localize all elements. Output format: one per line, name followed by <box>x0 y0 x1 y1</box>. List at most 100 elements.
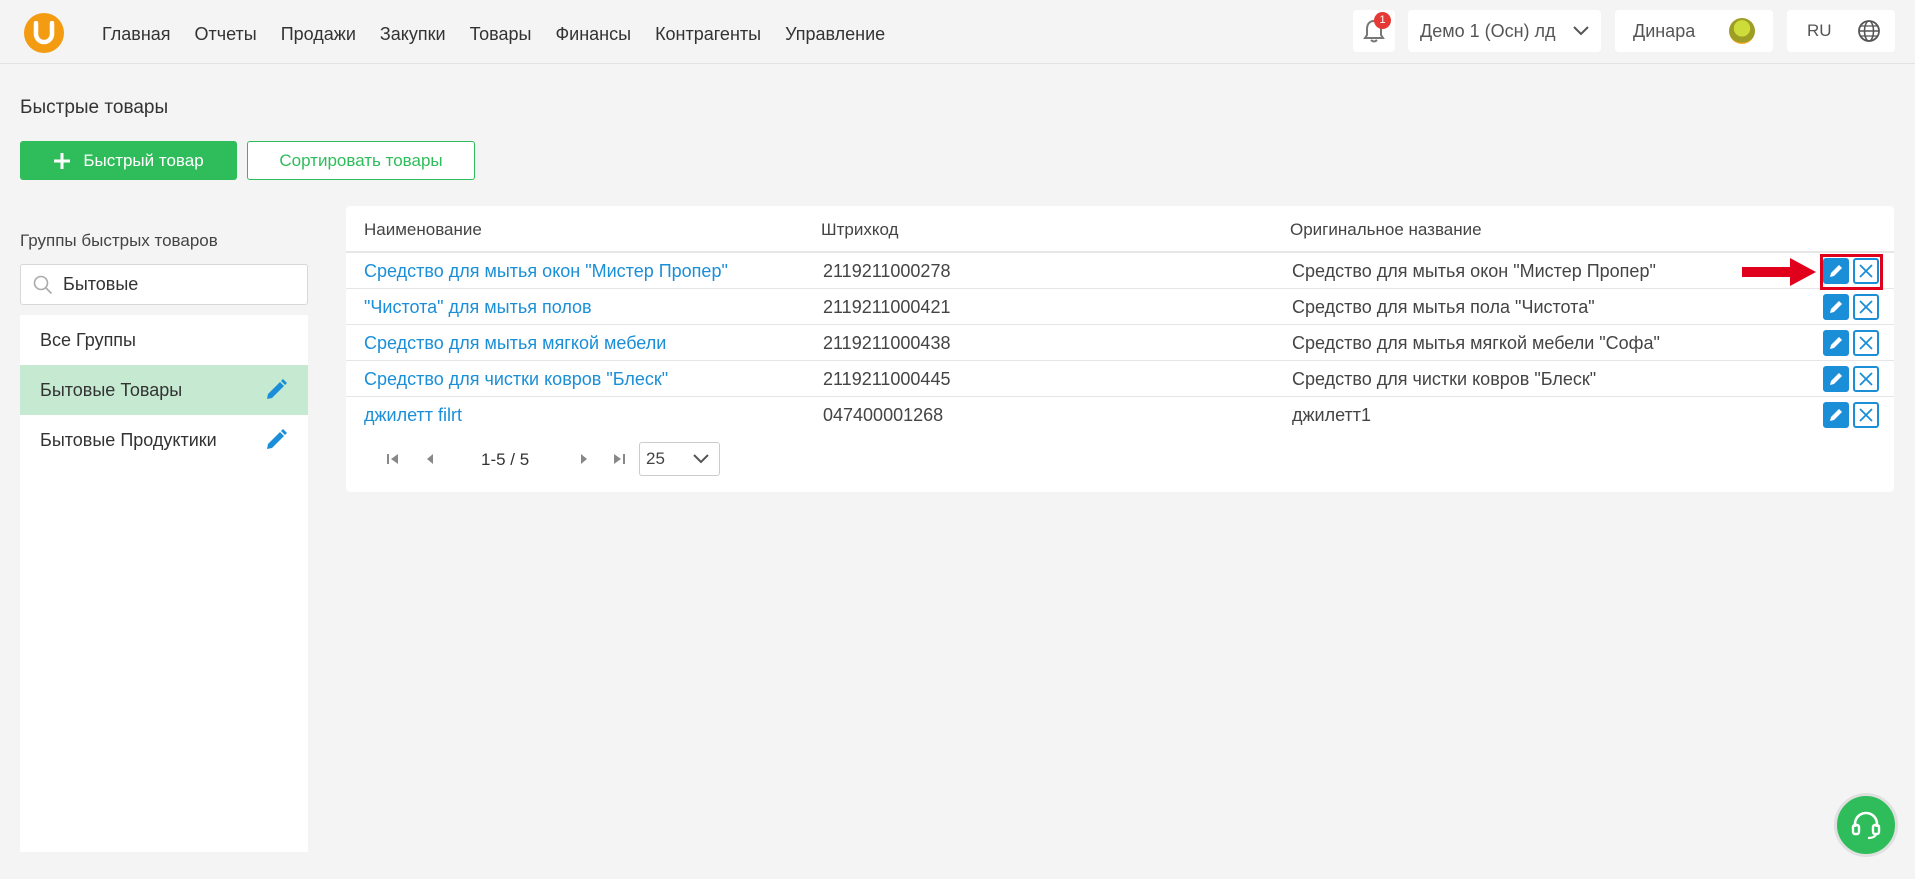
next-page-button[interactable] <box>575 450 593 468</box>
user-name: Динара <box>1633 20 1696 41</box>
delete-button[interactable] <box>1853 402 1879 428</box>
nav-item-management[interactable]: Управление <box>773 0 897 64</box>
company-label: Демо 1 (Осн) лд <box>1420 20 1556 41</box>
notifications-badge: 1 <box>1374 12 1391 29</box>
first-page-button[interactable] <box>384 450 402 468</box>
last-page-icon <box>614 454 625 464</box>
edit-button[interactable] <box>1823 402 1849 428</box>
nav-item-purchases[interactable]: Закупки <box>368 0 458 64</box>
pencil-icon <box>1830 337 1842 349</box>
close-icon <box>1859 336 1873 350</box>
original-name-cell: Средство для мытья пола "Чистота" <box>1292 297 1595 317</box>
product-name-link[interactable]: "Чистота" для мытья полов <box>364 297 592 318</box>
original-name-cell: джилетт1 <box>1292 405 1372 425</box>
original-name-cell: Средство для чистки ковров "Блеск" <box>1292 369 1597 389</box>
support-chat-button[interactable] <box>1834 793 1898 857</box>
search-icon <box>33 275 53 294</box>
original-name-cell: Средство для мытья окон "Мистер Пропер" <box>1292 261 1656 281</box>
pencil-icon <box>1830 373 1842 385</box>
group-list: Все Группы Бытовые Товары Бытовые Продук… <box>20 315 308 852</box>
close-icon <box>1859 300 1873 314</box>
column-header-original-name[interactable]: Оригинальное название <box>1290 220 1482 240</box>
nav-item-counterparties[interactable]: Контрагенты <box>643 0 773 64</box>
group-item-household-goods[interactable]: Бытовые Товары <box>20 365 308 415</box>
app-logo[interactable] <box>24 13 64 53</box>
headset-icon <box>1851 811 1881 840</box>
logo-u-icon <box>33 21 55 45</box>
user-menu[interactable]: Динара <box>1615 10 1773 52</box>
arrow-right-icon <box>1742 258 1816 286</box>
first-page-icon <box>387 454 398 464</box>
product-name-link[interactable]: Средство для мытья окон "Мистер Пропер" <box>364 261 728 282</box>
notifications-button[interactable]: 1 <box>1353 10 1395 52</box>
language-selector[interactable]: RU <box>1787 10 1895 52</box>
chevron-down-icon <box>1573 26 1589 36</box>
delete-button[interactable] <box>1853 294 1879 320</box>
edit-button[interactable] <box>1823 366 1849 392</box>
barcode-cell: 2119211000278 <box>823 261 951 281</box>
edit-button[interactable] <box>1823 330 1849 356</box>
edit-button[interactable] <box>1823 294 1849 320</box>
sort-products-button[interactable]: Сортировать товары <box>247 141 475 180</box>
page-title: Быстрые товары <box>20 97 169 118</box>
add-quick-product-label: Быстрый товар <box>83 150 204 170</box>
next-page-icon <box>581 454 587 464</box>
main-nav: Главная Отчеты Продажи Закупки Товары Фи… <box>90 0 897 64</box>
column-header-name[interactable]: Наименование <box>364 220 482 240</box>
product-name-link[interactable]: джилетт filrt <box>364 405 462 426</box>
barcode-cell: 2119211000445 <box>823 369 951 389</box>
barcode-cell: 047400001268 <box>823 405 944 425</box>
close-icon <box>1859 264 1873 278</box>
pencil-icon <box>1830 265 1842 277</box>
pencil-icon[interactable] <box>264 428 288 452</box>
delete-button[interactable] <box>1853 330 1879 356</box>
barcode-cell: 2119211000438 <box>823 333 951 353</box>
group-item-label: Бытовые Продуктики <box>40 429 217 450</box>
products-table: Наименование Штрихкод Оригинальное назва… <box>346 206 1894 492</box>
table-row: "Чистота" для мытья полов 2119211000421 … <box>346 289 1894 325</box>
product-name-link[interactable]: Средство для чистки ковров "Блеск" <box>364 369 668 390</box>
nav-item-reports[interactable]: Отчеты <box>183 0 269 64</box>
close-icon <box>1859 408 1873 422</box>
table-row: Средство для мытья окон "Мистер Пропер" … <box>346 253 1894 290</box>
pagination: 1-5 / 5 25 <box>346 442 946 476</box>
edit-button[interactable] <box>1823 258 1849 284</box>
language-label: RU <box>1807 21 1832 40</box>
group-item-all[interactable]: Все Группы <box>20 315 308 365</box>
company-selector[interactable]: Демо 1 (Осн) лд <box>1408 10 1601 52</box>
table-row: Средство для мытья мягкой мебели 2119211… <box>346 325 1894 361</box>
avatar <box>1729 18 1755 44</box>
delete-button[interactable] <box>1853 258 1879 284</box>
delete-button[interactable] <box>1853 366 1879 392</box>
globe-icon <box>1858 20 1880 42</box>
nav-item-finance[interactable]: Финансы <box>543 0 643 64</box>
table-row: джилетт filrt 047400001268 джилетт1 <box>346 397 1894 433</box>
group-item-household-food[interactable]: Бытовые Продуктики <box>20 415 308 465</box>
nav-item-products[interactable]: Товары <box>458 0 544 64</box>
original-name-cell: Средство для мытья мягкой мебели "Софа" <box>1292 333 1660 353</box>
chevron-down-icon <box>693 454 709 464</box>
top-bar: Главная Отчеты Продажи Закупки Товары Фи… <box>0 0 1915 64</box>
prev-page-button[interactable] <box>421 450 439 468</box>
group-search-input[interactable] <box>63 274 293 295</box>
pagination-range: 1-5 / 5 <box>481 450 530 469</box>
pencil-icon <box>1830 301 1842 313</box>
column-header-barcode[interactable]: Штрихкод <box>821 220 898 240</box>
close-icon <box>1859 372 1873 386</box>
group-item-label: Бытовые Товары <box>40 379 183 400</box>
last-page-button[interactable] <box>610 450 628 468</box>
page-size-value: 25 <box>646 449 665 468</box>
page-size-select[interactable]: 25 <box>639 442 720 476</box>
barcode-cell: 2119211000421 <box>823 297 951 317</box>
plus-icon <box>54 152 71 169</box>
group-item-label: Все Группы <box>40 329 136 350</box>
prev-page-icon <box>427 454 433 464</box>
groups-title: Группы быстрых товаров <box>20 231 218 250</box>
nav-item-sales[interactable]: Продажи <box>269 0 368 64</box>
product-name-link[interactable]: Средство для мытья мягкой мебели <box>364 333 666 354</box>
table-row: Средство для чистки ковров "Блеск" 21192… <box>346 361 1894 397</box>
nav-item-home[interactable]: Главная <box>90 0 183 64</box>
group-search <box>20 264 308 305</box>
pencil-icon[interactable] <box>264 378 288 402</box>
add-quick-product-button[interactable]: Быстрый товар <box>20 141 237 180</box>
